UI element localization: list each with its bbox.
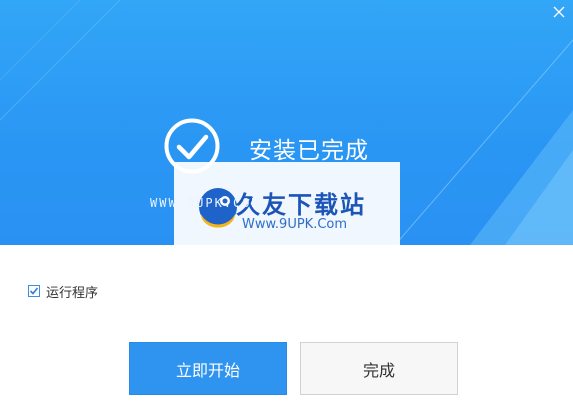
watermark-side-text: WWW.9UPK.COM <box>150 196 261 210</box>
run-program-checkbox[interactable] <box>28 285 40 297</box>
close-icon <box>553 6 565 18</box>
run-program-option[interactable]: 运行程序 <box>28 283 99 301</box>
watermark-url: Www.9UPK.Com <box>242 217 348 232</box>
finish-button[interactable]: 完成 <box>300 342 458 395</box>
close-button[interactable] <box>551 4 567 20</box>
install-complete-title: 安装已完成 <box>249 138 369 164</box>
checkmark-icon <box>29 287 39 295</box>
start-now-button[interactable]: 立即开始 <box>129 342 287 395</box>
run-program-label: 运行程序 <box>46 285 99 301</box>
